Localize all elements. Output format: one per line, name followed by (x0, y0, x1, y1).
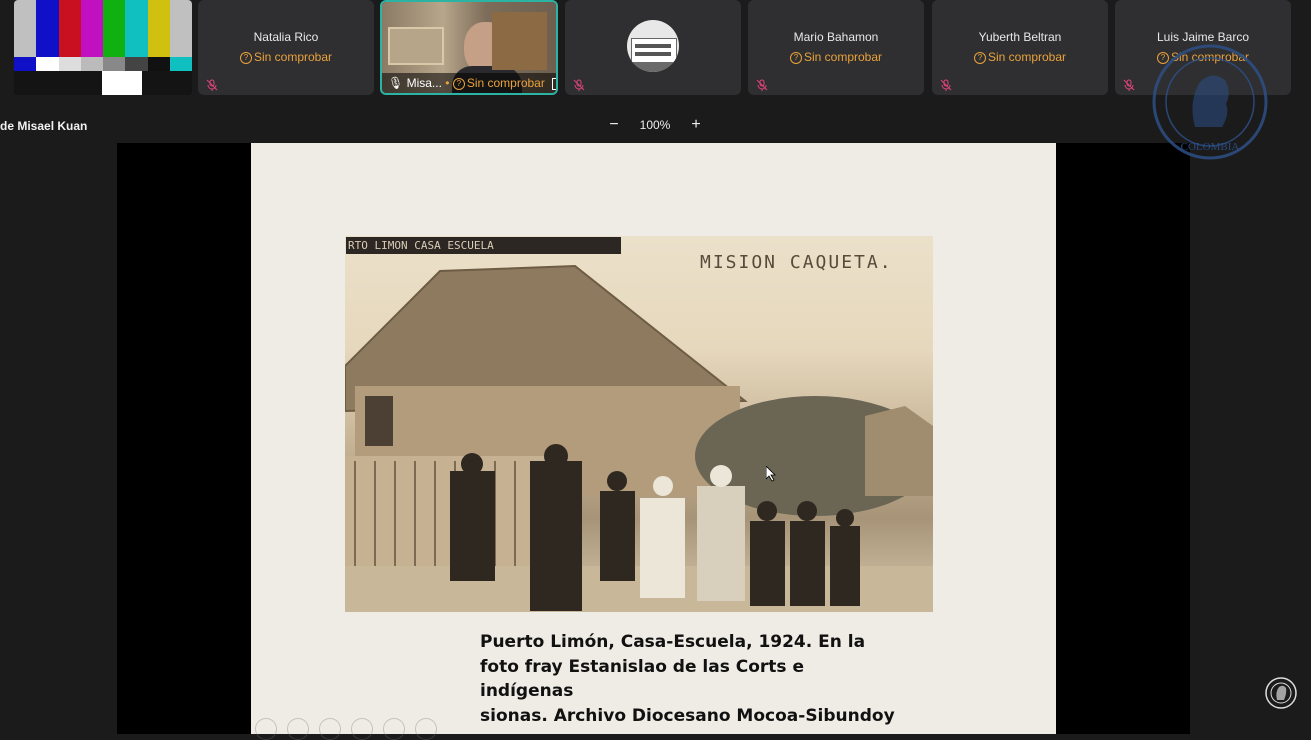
slide-control-button[interactable] (255, 718, 277, 740)
speaker-caption: 🎙 Misa... • ?Sin comprobar ▭ (382, 73, 556, 93)
share-icon[interactable]: ▭ (552, 78, 556, 90)
mic-muted-icon (206, 79, 218, 91)
mic-muted-icon (573, 79, 585, 91)
photo-archive-tag: RTO LIMON CASA ESCUELA (346, 237, 621, 254)
seal-text: COLOMBIA (1181, 141, 1240, 153)
slide-control-button[interactable] (319, 718, 341, 740)
participant-name: Yuberth Beltran (978, 30, 1062, 44)
slide-caption-line: sionas. Archivo Diocesano Mocoa-Sibundoy (480, 705, 895, 726)
zoom-controls: − 100% + (605, 117, 705, 133)
participant-status: ? Sin comprobar (932, 50, 1108, 64)
presenter-label: de Misael Kuan (0, 119, 88, 133)
slide-control-button[interactable] (415, 718, 437, 740)
mouse-cursor-icon (766, 466, 776, 482)
participant-avatar (627, 20, 679, 72)
participant-strip: Natalia Rico ? Sin comprobar 🎙 Misa... • … (0, 0, 1311, 100)
active-speaker-tile[interactable]: 🎙 Misa... • ?Sin comprobar ▭ (380, 0, 558, 95)
question-circle-icon: ? (789, 52, 802, 64)
photo-inscription: MISION CAQUETA. (700, 252, 893, 273)
slide-control-button[interactable] (383, 718, 405, 740)
slide-control-button[interactable] (287, 718, 309, 740)
zoom-in-icon[interactable]: + (687, 117, 705, 133)
zoom-level: 100% (639, 118, 671, 132)
slide-caption-line: foto fray Estanislao de las Corts e indí… (480, 656, 804, 702)
slide-caption: Puerto Limón, Casa-Escuela, 1924. En la … (480, 630, 900, 728)
participant-status: ? Sin comprobar (748, 50, 924, 64)
slide-control-button[interactable] (351, 718, 373, 740)
mic-muted-icon (756, 79, 768, 91)
participant-name: Mario Bahamon (793, 30, 879, 44)
color-bars-video-tile[interactable] (14, 0, 192, 95)
question-circle-icon: ? (239, 52, 252, 64)
mic-icon: 🎙 (388, 76, 404, 90)
slide-caption-line: Puerto Limón, Casa-Escuela, 1924. En la (480, 632, 866, 652)
participant-tile-natalia-rico[interactable]: Natalia Rico ? Sin comprobar (198, 0, 374, 95)
slide-controls (255, 718, 437, 740)
participant-status: ? Sin comprobar (198, 50, 374, 64)
question-circle-icon: ? (452, 78, 465, 90)
participant-tile-building[interactable] (565, 0, 741, 95)
mic-muted-icon (1123, 79, 1135, 91)
participant-tile-mario-bahamon[interactable]: Mario Bahamon ? Sin comprobar (748, 0, 924, 95)
participant-name: Natalia Rico (253, 30, 319, 44)
participant-tile-yuberth-beltran[interactable]: Yuberth Beltran ? Sin comprobar (932, 0, 1108, 95)
zoom-out-icon[interactable]: − (605, 117, 623, 133)
historical-photo (345, 236, 933, 612)
seal-logo-icon (1265, 677, 1297, 709)
question-circle-icon: ? (973, 52, 986, 64)
photo-illustration (345, 264, 933, 612)
seal-logo-icon: COLOMBIA (1152, 44, 1268, 160)
mic-muted-icon (940, 79, 952, 91)
